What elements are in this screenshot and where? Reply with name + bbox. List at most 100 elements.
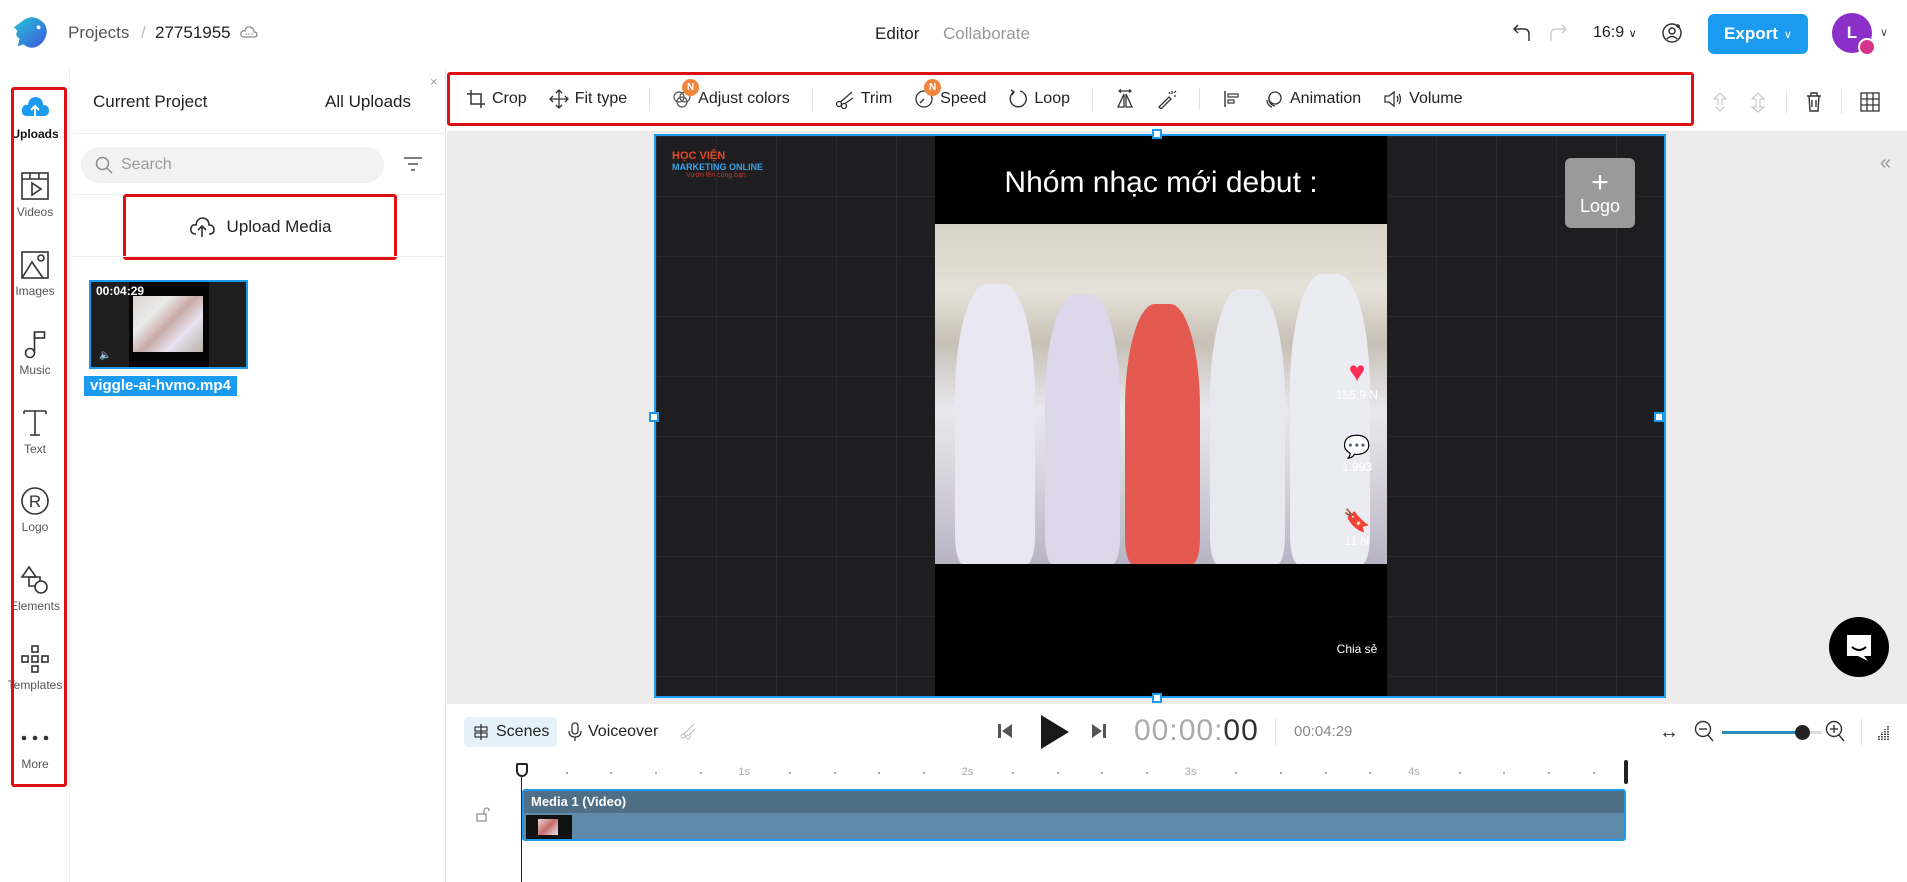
playhead-handle[interactable]: [516, 763, 528, 777]
app-logo-icon[interactable]: [12, 14, 50, 52]
sidebar-item-music[interactable]: Music: [4, 328, 66, 398]
flip-button[interactable]: [1115, 89, 1135, 109]
grid-icon[interactable]: [1860, 92, 1880, 112]
scenes-button[interactable]: Scenes: [464, 717, 558, 747]
scissors-icon: [835, 91, 854, 109]
tool-label: Loop: [1034, 90, 1070, 107]
ruler-tick: [788, 772, 791, 774]
ruler-tick: [1101, 772, 1104, 774]
fit-type-button[interactable]: Fit type: [548, 89, 627, 109]
timeline-end-marker[interactable]: [1624, 760, 1628, 784]
zoom-out-icon[interactable]: [1694, 720, 1716, 744]
sidebar-item-images[interactable]: Images: [4, 249, 66, 319]
add-collaborator-icon[interactable]: [1661, 22, 1683, 44]
voiceover-button[interactable]: Voiceover: [568, 717, 658, 747]
undo-icon[interactable]: [1512, 22, 1532, 44]
delete-icon[interactable]: [1805, 91, 1823, 113]
close-panel-icon[interactable]: ×: [430, 74, 438, 89]
avatar-initial: L: [1846, 23, 1858, 42]
person: [955, 284, 1035, 564]
sidebar-label: Elements: [9, 599, 61, 613]
crop-button[interactable]: Crop: [466, 89, 527, 109]
redo-icon[interactable]: [1548, 22, 1568, 44]
search-input[interactable]: [121, 156, 361, 174]
export-label: Export: [1724, 24, 1778, 43]
send-backward-icon[interactable]: [1748, 91, 1768, 113]
collapse-panel-icon[interactable]: «: [1880, 152, 1891, 175]
audio-levels-icon[interactable]: [1877, 723, 1891, 741]
tool-label: Trim: [860, 90, 893, 107]
zoom-slider[interactable]: [1722, 725, 1822, 740]
tab-collaborate[interactable]: Collaborate: [943, 24, 1030, 44]
timeline-ruler[interactable]: 1s 2s 3s 4s: [521, 766, 1626, 780]
bring-forward-icon[interactable]: [1710, 91, 1730, 113]
total-duration: 00:04:29: [1294, 723, 1353, 740]
search-box[interactable]: [81, 147, 384, 183]
zoom-in-icon[interactable]: [1825, 720, 1847, 744]
skip-back-icon[interactable]: [996, 722, 1014, 740]
svg-text:R: R: [29, 492, 41, 511]
resize-handle[interactable]: [1152, 693, 1162, 703]
project-id[interactable]: 27751955: [155, 23, 231, 43]
speed-button[interactable]: N Speed: [914, 79, 986, 109]
sidebar-item-templates[interactable]: Templates: [4, 643, 66, 713]
person: [1045, 294, 1120, 564]
volume-icon: 🔈: [99, 350, 112, 361]
split-scissors-icon[interactable]: [680, 722, 696, 740]
unlock-icon[interactable]: [476, 807, 490, 823]
cloud-sync-icon: [240, 26, 258, 38]
sidebar-item-more[interactable]: More: [4, 722, 66, 792]
tab-all-uploads[interactable]: All Uploads: [325, 92, 411, 112]
sidebar-item-text[interactable]: Text: [4, 407, 66, 477]
filter-icon[interactable]: [403, 155, 423, 173]
ruler-label: 3s: [1184, 766, 1197, 778]
upload-media-button[interactable]: Upload Media: [123, 194, 397, 260]
microphone-icon: [568, 722, 582, 741]
resize-handle[interactable]: [1654, 412, 1664, 422]
aspect-ratio-select[interactable]: 16:9 ∨: [1593, 24, 1637, 42]
media-filename[interactable]: viggle-ai-hvmo.mp4: [84, 376, 237, 396]
play-icon[interactable]: [1037, 713, 1071, 751]
volume-button[interactable]: Volume: [1383, 89, 1463, 109]
uploads-panel: [70, 68, 446, 882]
adjust-colors-button[interactable]: N Adjust colors: [672, 79, 790, 109]
fit-timeline-icon[interactable]: ↔: [1659, 721, 1679, 744]
zoom-slider-thumb[interactable]: [1795, 725, 1810, 740]
sidebar-item-videos[interactable]: Videos: [4, 170, 66, 240]
magic-button[interactable]: [1157, 89, 1177, 109]
current-timecode: 00:00:00: [1134, 714, 1259, 748]
sidebar-item-uploads[interactable]: Uploads: [4, 92, 66, 162]
trim-button[interactable]: Trim: [835, 89, 892, 109]
tab-editor[interactable]: Editor: [875, 24, 919, 44]
saves-count: 11 N: [1344, 534, 1370, 548]
likes-count: 155,9 N: [1335, 388, 1379, 402]
text-icon: [23, 410, 47, 436]
loop-button[interactable]: Loop: [1008, 89, 1070, 109]
thumbnail-photo: [133, 296, 203, 352]
align-button[interactable]: [1222, 89, 1242, 109]
media-thumbnail[interactable]: 00:04:29 🔈: [89, 280, 248, 369]
ruler-tick: [1592, 772, 1595, 774]
chevron-down-icon[interactable]: ∨: [1880, 26, 1888, 39]
sidebar-item-logo[interactable]: R Logo: [4, 485, 66, 555]
skip-forward-icon[interactable]: [1090, 722, 1108, 740]
add-logo-button[interactable]: + Logo: [1565, 158, 1635, 228]
zoom-slider-fill: [1722, 731, 1802, 734]
tab-current-project[interactable]: Current Project: [93, 92, 207, 112]
toolbar-separator: [649, 88, 651, 110]
templates-icon: [21, 645, 49, 673]
comment-icon: 💬: [1343, 434, 1371, 459]
video-canvas[interactable]: HỌC VIỆN MARKETING ONLINE Vươn lên cùng …: [654, 134, 1666, 698]
watermark-subtitle: MARKETING ONLINE: [672, 162, 763, 172]
timeline-clip[interactable]: Media 1 (Video): [522, 789, 1626, 841]
animation-button[interactable]: Animation: [1264, 89, 1361, 109]
chat-support-button[interactable]: [1829, 617, 1889, 677]
resize-handle[interactable]: [1152, 129, 1162, 139]
sidebar-label: Music: [19, 363, 51, 377]
export-button[interactable]: Export ∨: [1708, 14, 1808, 54]
ruler-tick: [565, 772, 568, 774]
breadcrumb-projects[interactable]: Projects: [68, 23, 129, 43]
sidebar-item-elements[interactable]: Elements: [4, 564, 66, 634]
resize-handle[interactable]: [649, 412, 659, 422]
sidebar-label: Uploads: [11, 127, 59, 141]
